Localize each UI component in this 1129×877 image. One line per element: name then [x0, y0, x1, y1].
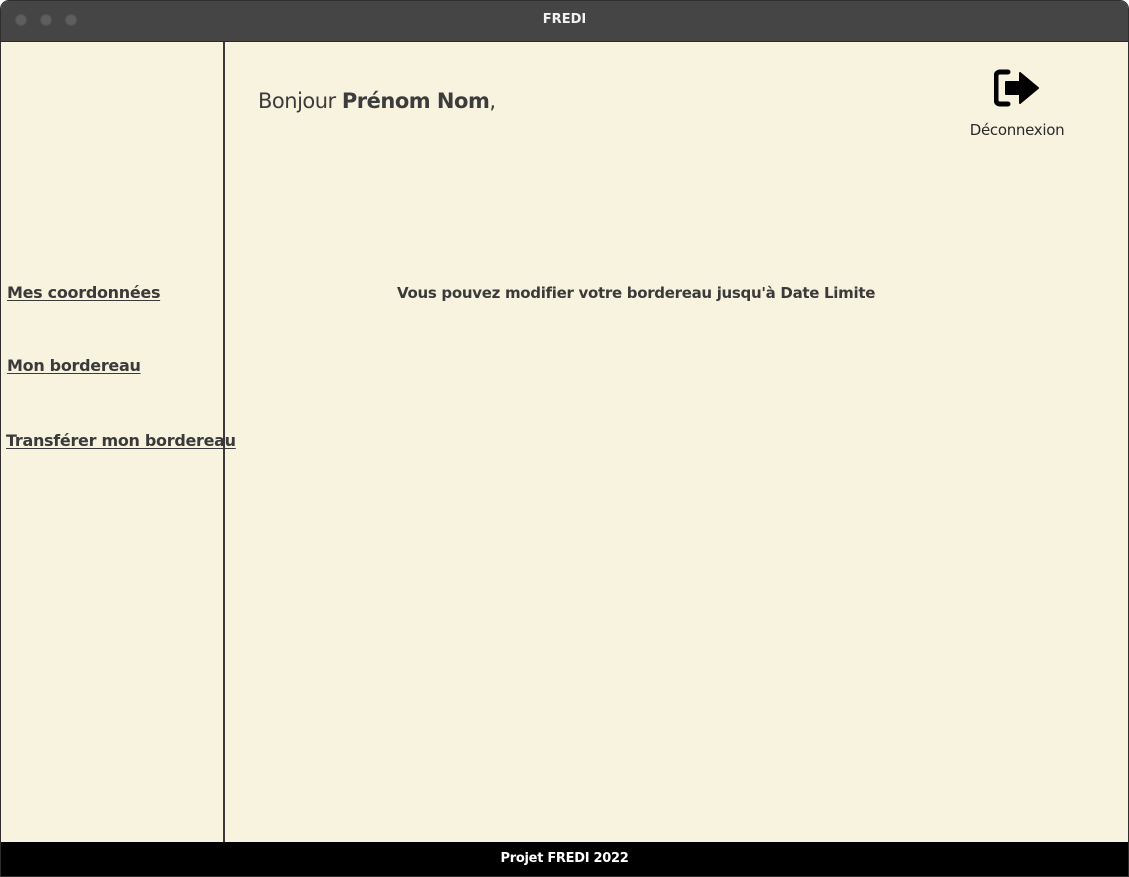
sidebar-item-mon-bordereau[interactable]: Mon bordereau — [7, 356, 141, 375]
logout-label: Déconnexion — [969, 121, 1065, 139]
app-window: FREDI Mes coordonnées Mon bordereau Tran… — [0, 0, 1129, 877]
sidebar-item-mes-coordonnees[interactable]: Mes coordonnées — [7, 283, 160, 302]
greeting-prefix: Bonjour — [258, 89, 342, 113]
greeting: Bonjour Prénom Nom, — [258, 89, 496, 113]
deadline-notice: Vous pouvez modifier votre bordereau jus… — [397, 284, 876, 302]
logout-button[interactable]: Déconnexion — [967, 68, 1067, 139]
user-name: Prénom Nom — [341, 89, 490, 113]
sign-out-icon — [994, 69, 1039, 107]
greeting-suffix: , — [489, 89, 496, 113]
window-title: FREDI — [542, 12, 587, 27]
main-content: Bonjour Prénom Nom, Déconnexion Vous pou… — [225, 42, 1128, 843]
sidebar: Mes coordonnées Mon bordereau Transférer… — [1, 42, 236, 843]
sidebar-item-transferer-bordereau[interactable]: Transférer mon bordereau — [6, 431, 236, 450]
footer: Projet FREDI 2022 — [1, 842, 1128, 876]
title-bar: FREDI — [1, 1, 1128, 42]
